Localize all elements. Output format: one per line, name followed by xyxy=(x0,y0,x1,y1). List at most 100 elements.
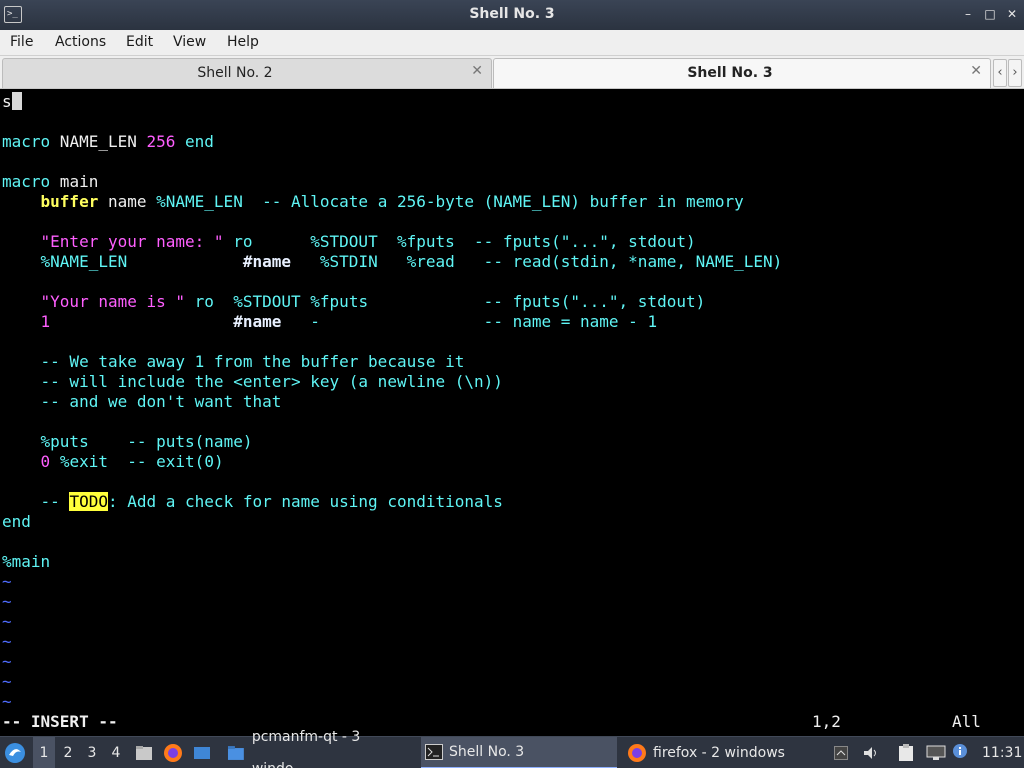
show-desktop-button[interactable] xyxy=(192,737,214,768)
code-line: s xyxy=(2,92,22,112)
folder-icon xyxy=(136,746,152,760)
task-label: Shell No. 3 xyxy=(449,744,525,760)
workspace-2[interactable]: 2 xyxy=(57,737,79,768)
menu-help[interactable]: Help xyxy=(227,34,259,50)
window-title: Shell No. 3 xyxy=(469,6,555,22)
file-manager-launcher[interactable] xyxy=(134,737,156,768)
chevron-up-icon xyxy=(834,746,848,760)
code-line: %puts -- puts(name) xyxy=(2,432,253,452)
task-shell-3[interactable]: Shell No. 3 xyxy=(421,737,617,768)
keyword: ro xyxy=(194,292,214,311)
menu-edit[interactable]: Edit xyxy=(126,34,153,50)
code-line: %NAME_LEN #name %STDIN %read -- read(std… xyxy=(2,252,783,272)
code-text: s xyxy=(2,92,12,111)
code-line: "Enter your name: " ro %STDOUT %fputs --… xyxy=(2,232,696,252)
terminal-area[interactable]: s macro NAME_LEN 256 end macro main buff… xyxy=(0,90,1024,732)
firefox-icon xyxy=(164,744,182,762)
comment: : Add a check for name using conditional… xyxy=(107,492,503,511)
comment: -- name = name - 1 xyxy=(319,312,658,331)
macro-call: %read xyxy=(406,252,455,271)
clipboard-button[interactable] xyxy=(898,737,920,768)
menu-view[interactable]: View xyxy=(173,34,206,50)
comment-line: -- and we don't want that xyxy=(2,392,282,411)
network-button[interactable] xyxy=(926,737,948,768)
macro-call: %NAME_LEN xyxy=(40,252,128,271)
tab-close-icon[interactable]: ✕ xyxy=(970,63,982,79)
macro-call: %fputs xyxy=(396,232,455,251)
number-literal: 0 xyxy=(40,452,51,471)
comment: -- read(stdin, *name, NAME_LEN) xyxy=(454,252,783,271)
code-line: 0 %exit -- exit(0) xyxy=(2,452,224,472)
start-menu-button[interactable] xyxy=(4,737,30,768)
comment: -- fputs("...", stdout) xyxy=(454,232,696,251)
tab-shell-2[interactable]: Shell No. 2 ✕ xyxy=(2,58,492,88)
keyword: macro xyxy=(2,172,51,191)
workspace-3[interactable]: 3 xyxy=(81,737,103,768)
workspace-4[interactable]: 4 xyxy=(105,737,127,768)
macro-call: %puts xyxy=(40,432,89,451)
macro-call: %STDOUT xyxy=(310,232,378,251)
speaker-icon xyxy=(864,747,876,759)
clock[interactable]: 11:31 xyxy=(982,737,1022,768)
tab-close-icon[interactable]: ✕ xyxy=(471,63,483,79)
menu-actions[interactable]: Actions xyxy=(55,34,106,50)
identifier: #name xyxy=(242,252,291,271)
code-line: macro main xyxy=(2,172,98,192)
cursor-position: 1,2 xyxy=(812,712,841,731)
task-label: firefox - 2 windows xyxy=(653,745,785,761)
comment: -- puts(name) xyxy=(88,432,253,451)
folder-icon xyxy=(227,746,244,760)
task-pcmanfm[interactable]: pcmanfm-qt - 3 windo... xyxy=(222,729,418,768)
firefox-launcher[interactable] xyxy=(163,737,185,768)
code-text: name xyxy=(98,192,157,211)
task-firefox[interactable]: firefox - 2 windows xyxy=(623,737,823,768)
info-icon xyxy=(953,744,967,758)
code-line: 1 #name - -- name = name - 1 xyxy=(2,312,658,332)
updates-button[interactable] xyxy=(952,737,974,768)
macro-call: %NAME_LEN xyxy=(156,192,243,211)
identifier: #name xyxy=(233,312,282,331)
code-text: main xyxy=(50,172,99,191)
code-text: NAME_LEN xyxy=(50,132,147,151)
scroll-position: All xyxy=(952,712,981,731)
task-label: pcmanfm-qt - 3 windo... xyxy=(251,729,361,768)
code-line: "Your name is " ro %STDOUT %fputs -- fpu… xyxy=(2,292,706,312)
keyword: macro xyxy=(2,132,51,151)
todo-highlight: TODO xyxy=(69,492,108,511)
desktop-icon xyxy=(194,747,210,759)
tab-label: Shell No. 3 xyxy=(687,65,773,81)
code-line: macro NAME_LEN 256 end xyxy=(2,132,214,152)
volume-button[interactable] xyxy=(862,737,884,768)
close-window-button[interactable]: ✕ xyxy=(1004,6,1020,22)
empty-line-tilde: ~ xyxy=(2,572,12,591)
empty-line-tilde: ~ xyxy=(2,592,12,611)
maximize-button[interactable]: □ xyxy=(982,6,998,22)
tray-expand-button[interactable] xyxy=(834,737,852,768)
minimize-button[interactable]: – xyxy=(960,6,976,22)
tab-shell-3[interactable]: Shell No. 3 ✕ xyxy=(493,58,991,88)
window-titlebar[interactable]: >_ Shell No. 3 – □ ✕ xyxy=(0,0,1024,30)
clipboard-icon xyxy=(899,744,913,761)
tab-label: Shell No. 2 xyxy=(197,65,273,81)
tab-scroll-left-button[interactable]: ‹ xyxy=(993,59,1007,87)
menu-file[interactable]: File xyxy=(10,34,33,50)
tab-scroll-right-button[interactable]: › xyxy=(1008,59,1022,87)
comment: -- xyxy=(2,492,70,511)
keyword: buffer xyxy=(40,192,99,211)
code-line: %main xyxy=(2,552,51,571)
workspace-1[interactable]: 1 xyxy=(33,737,55,768)
operator: - xyxy=(310,312,320,331)
taskbar: 1 2 3 4 pcmanfm-qt - 3 windo... Shell No… xyxy=(0,729,1024,768)
empty-line-tilde: ~ xyxy=(2,692,12,711)
firefox-icon xyxy=(628,744,646,762)
keyword: end xyxy=(175,132,214,151)
